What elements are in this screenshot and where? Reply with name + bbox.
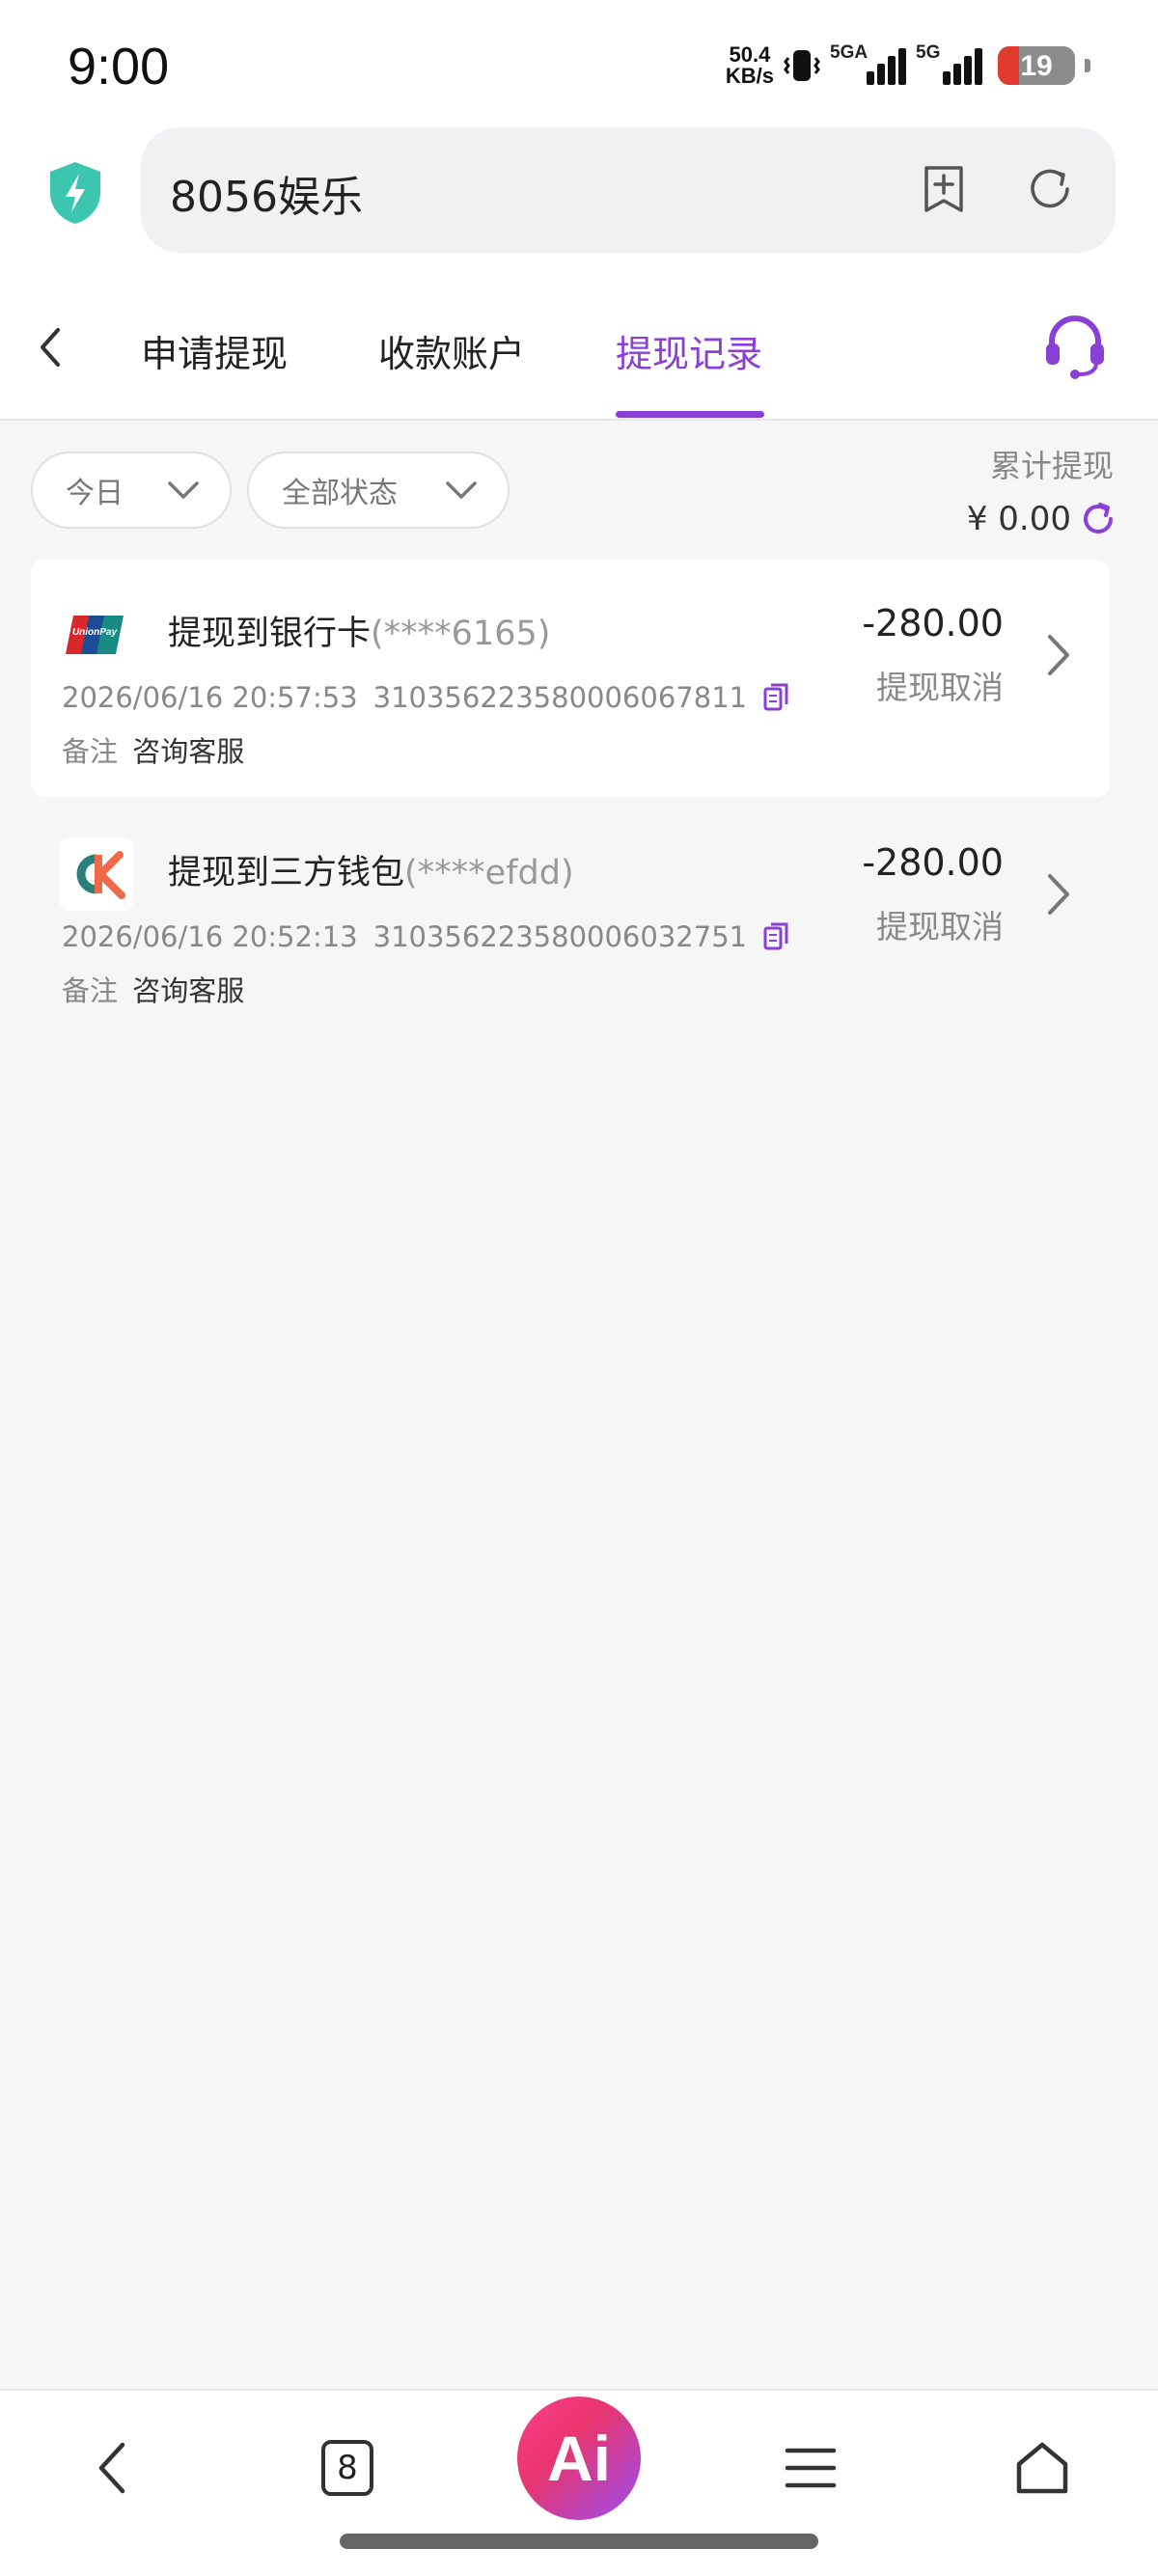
battery-tip xyxy=(1085,59,1090,72)
home-button[interactable] xyxy=(1004,2429,1081,2507)
home-icon xyxy=(1016,2442,1068,2494)
record-status: 提现取消 xyxy=(876,908,1004,945)
record-datetime: 2026/06/16 20:52:13 xyxy=(62,920,358,953)
add-bookmark-icon[interactable] xyxy=(917,162,971,216)
status-icons: 50.4 KB/s 5GA 5G 19 xyxy=(726,42,1090,87)
battery-icon: 19 xyxy=(998,46,1075,85)
withdraw-record[interactable]: UnionPay 提现到银行卡(****6165) 2026/06/16 20:… xyxy=(31,560,1110,797)
record-note-label: 备注 xyxy=(62,974,119,1007)
menu-icon xyxy=(785,2448,837,2488)
signal-5ga-icon: 5GA xyxy=(830,42,906,85)
record-title-text: 提现到银行卡 xyxy=(168,615,372,653)
chevron-right-icon[interactable] xyxy=(1044,870,1073,918)
chevron-down-icon xyxy=(168,481,199,499)
record-meta: 2026/06/16 20:57:53 31035622358000606781… xyxy=(62,681,789,714)
record-meta: 2026/06/16 20:52:13 31035622358000603275… xyxy=(62,920,789,953)
date-filter[interactable]: 今日 xyxy=(31,452,232,529)
battery-percent: 19 xyxy=(1020,50,1053,82)
date-filter-label: 今日 xyxy=(66,477,124,510)
record-title: 提现到三方钱包(****efdd) xyxy=(168,845,574,894)
total-withdraw-value: ¥ 0.00 xyxy=(966,500,1071,538)
withdraw-record[interactable]: 提现到三方钱包(****efdd) 2026/06/16 20:52:13 31… xyxy=(31,799,1110,1036)
record-masked-account: (****efdd) xyxy=(404,854,574,892)
record-note: 备注 咨询客服 xyxy=(62,969,244,1009)
tab-withdraw-records[interactable]: 提现记录 xyxy=(616,324,762,377)
reload-icon[interactable] xyxy=(1023,162,1077,216)
chevron-down-icon xyxy=(446,481,477,499)
unionpay-icon: UnionPay xyxy=(60,598,133,671)
record-note: 备注 咨询客服 xyxy=(62,729,244,770)
tab-apply-withdraw[interactable]: 申请提现 xyxy=(141,324,288,377)
record-order-no: 310356223580006032751 xyxy=(372,920,748,953)
ai-assistant-button[interactable]: Ai xyxy=(517,2397,641,2520)
svg-text:UnionPay: UnionPay xyxy=(72,627,118,638)
signal-5g-label: 5G xyxy=(916,42,941,63)
nav-back-button[interactable] xyxy=(75,2429,152,2507)
record-title-text: 提现到三方钱包 xyxy=(168,854,405,892)
record-amount: -280.00 xyxy=(862,602,1004,644)
net-speed-unit: KB/s xyxy=(725,64,774,88)
copy-icon[interactable] xyxy=(762,683,789,712)
record-note-value: 咨询客服 xyxy=(132,974,245,1007)
net-speed: 50.4 KB/s xyxy=(726,44,774,87)
refresh-icon[interactable] xyxy=(1079,500,1117,538)
signal-5ga-label: 5GA xyxy=(830,42,868,63)
browser-address-row: 8056娱乐 xyxy=(0,125,1158,280)
status-time: 9:00 xyxy=(68,38,170,96)
record-datetime: 2026/06/16 20:57:53 xyxy=(62,681,358,714)
customer-service-icon[interactable] xyxy=(1040,311,1110,380)
address-bar[interactable]: 8056娱乐 xyxy=(141,127,1116,253)
status-bar: 9:00 50.4 KB/s 5GA 5G 19 xyxy=(0,0,1158,125)
vibrate-icon xyxy=(784,50,820,81)
net-speed-value: 50.4 xyxy=(729,42,771,67)
ck-wallet-icon xyxy=(60,837,133,911)
record-note-label: 备注 xyxy=(62,735,119,768)
record-amount: -280.00 xyxy=(862,841,1004,884)
active-tab-indicator xyxy=(616,411,764,418)
back-icon xyxy=(98,2442,125,2494)
record-order-no: 310356223580006067811 xyxy=(372,681,748,714)
address-text[interactable]: 8056娱乐 xyxy=(170,162,363,224)
record-title: 提现到银行卡(****6165) xyxy=(168,606,550,655)
signal-5g-icon: 5G xyxy=(916,42,982,85)
chevron-right-icon[interactable] xyxy=(1044,631,1073,679)
withdraw-tabs: 申请提现 收款账户 提现记录 xyxy=(0,280,1158,421)
record-note-value: 咨询客服 xyxy=(132,735,245,768)
copy-icon[interactable] xyxy=(762,922,789,951)
record-status: 提现取消 xyxy=(876,669,1004,706)
record-masked-account: (****6165) xyxy=(371,615,551,653)
security-shield-icon[interactable] xyxy=(46,160,104,226)
status-filter-label: 全部状态 xyxy=(282,477,398,510)
tabs-button[interactable]: 8 xyxy=(309,2429,386,2507)
status-filter[interactable]: 全部状态 xyxy=(247,452,510,529)
tab-payee-account[interactable]: 收款账户 xyxy=(378,324,525,377)
home-indicator[interactable] xyxy=(340,2534,818,2549)
menu-button[interactable] xyxy=(772,2429,849,2507)
tabs-count: 8 xyxy=(321,2440,373,2496)
total-withdraw-label: 累计提现 xyxy=(989,448,1114,484)
back-icon[interactable] xyxy=(29,318,73,376)
